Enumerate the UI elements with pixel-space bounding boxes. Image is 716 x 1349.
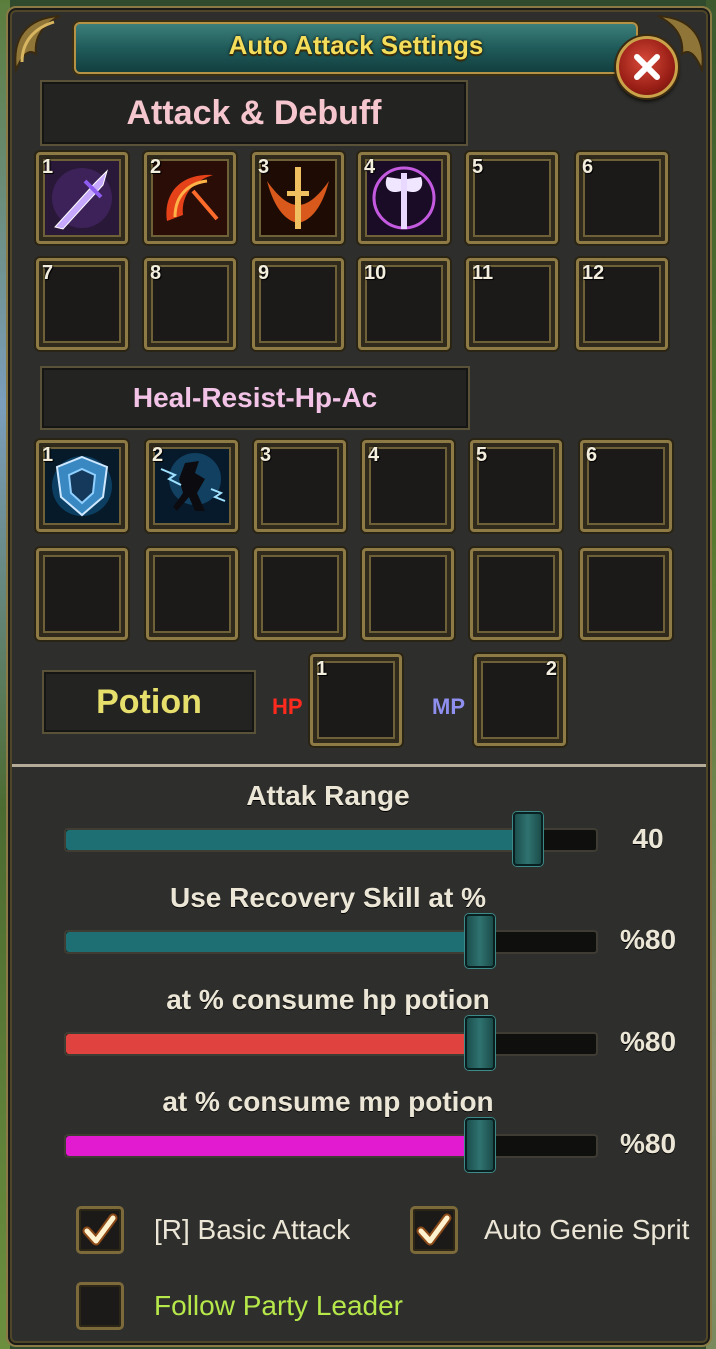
mp-potion-slider[interactable] <box>64 1118 598 1172</box>
slider-fill <box>66 830 528 850</box>
recovery-skill-slider[interactable] <box>64 914 598 968</box>
attack-skill-slot[interactable]: 2 <box>144 152 236 244</box>
heal-skill-slot[interactable] <box>362 548 454 640</box>
basic-attack-checkbox[interactable] <box>76 1206 124 1254</box>
heal-skill-slot[interactable]: 4 <box>362 440 454 532</box>
slot-number: 12 <box>582 262 605 284</box>
mp-potion-slot[interactable]: 2 <box>474 654 566 746</box>
purple-spear-icon <box>45 161 119 235</box>
slot-number: 2 <box>150 156 162 178</box>
slider-fill <box>66 1034 480 1054</box>
heal-skill-slot[interactable] <box>36 548 128 640</box>
slot-number: 3 <box>260 444 272 466</box>
hp-potion-slider[interactable] <box>64 1016 598 1070</box>
slot-number: 1 <box>42 444 54 466</box>
recovery-skill-value: %80 <box>619 924 677 955</box>
heal-skill-slot[interactable]: 3 <box>254 440 346 532</box>
slot-number: 2 <box>152 444 164 466</box>
heal-skill-slot[interactable]: 5 <box>470 440 562 532</box>
heal-skill-slot[interactable]: 6 <box>580 440 672 532</box>
attack-skill-slot[interactable]: 1 <box>36 152 128 244</box>
slider-fill <box>66 932 480 952</box>
hp-potion-slot[interactable]: 1 <box>310 654 402 746</box>
heal-skill-slot[interactable]: 2 <box>146 440 238 532</box>
slot-number: 3 <box>258 156 270 178</box>
slot-number: 9 <box>258 262 270 284</box>
arcane-axe-icon <box>367 161 441 235</box>
slider-thumb[interactable] <box>513 812 544 866</box>
hp-potion-threshold-label: at % consume hp potion <box>166 984 490 1015</box>
attack-range-label: Attak Range <box>246 780 410 811</box>
title-bar: Auto Attack Settings <box>74 22 638 74</box>
slot-number: 5 <box>476 444 488 466</box>
slot-number: 6 <box>586 444 598 466</box>
slot-number: 4 <box>364 156 376 178</box>
attack-skill-slot[interactable]: 7 <box>36 258 128 350</box>
lightning-dash-icon <box>155 449 229 523</box>
checkmark-icon <box>416 1213 452 1246</box>
mp-label: MP <box>432 694 465 719</box>
slot-number: 1 <box>42 156 54 178</box>
close-button[interactable] <box>616 36 678 98</box>
slot-number: 4 <box>368 444 380 466</box>
follow-party-leader-label: Follow Party Leader <box>154 1290 404 1321</box>
attack-debuff-label: Attack & Debuff <box>40 80 468 146</box>
ornament-left-icon <box>14 15 61 74</box>
follow-party-leader-checkbox[interactable] <box>76 1282 124 1330</box>
auto-attack-settings-panel: Auto Attack Settings Attack & Debuff 123… <box>6 6 712 1347</box>
heal-skill-slot[interactable] <box>470 548 562 640</box>
recovery-skill-label: Use Recovery Skill at % <box>170 882 486 913</box>
section-divider <box>12 764 706 767</box>
slot-number: 7 <box>42 262 54 284</box>
heal-skill-slot[interactable] <box>580 548 672 640</box>
hp-potion-value: %80 <box>619 1026 677 1057</box>
slot-number: 10 <box>364 262 387 284</box>
slot-number: 1 <box>316 658 328 680</box>
flaming-sword-icon <box>261 161 335 235</box>
attack-skill-slot[interactable]: 3 <box>252 152 344 244</box>
auto-genie-label: Auto Genie Sprit <box>484 1214 690 1245</box>
heal-skill-slot[interactable] <box>146 548 238 640</box>
attack-range-slider[interactable] <box>64 812 598 866</box>
slot-number: 11 <box>472 262 494 284</box>
slot-number: 2 <box>545 658 557 680</box>
potion-label: Potion <box>42 670 256 734</box>
mp-potion-threshold-label: at % consume mp potion <box>162 1086 494 1117</box>
fire-slash-icon <box>153 161 227 235</box>
attack-skill-slot[interactable]: 9 <box>252 258 344 350</box>
heal-resist-label: Heal-Resist-Hp-Ac <box>40 366 470 430</box>
blue-shield-icon <box>45 449 119 523</box>
auto-genie-checkbox[interactable] <box>410 1206 458 1254</box>
attack-skill-slot[interactable]: 8 <box>144 258 236 350</box>
attack-skill-slot[interactable]: 5 <box>466 152 558 244</box>
slider-thumb[interactable] <box>465 1016 496 1070</box>
attack-skill-slot[interactable]: 11 <box>466 258 558 350</box>
basic-attack-label: [R] Basic Attack <box>154 1214 351 1245</box>
attack-skill-slot[interactable]: 12 <box>576 258 668 350</box>
attack-skill-slot[interactable]: 4 <box>358 152 450 244</box>
close-icon <box>634 54 660 80</box>
checkmark-icon <box>82 1213 118 1246</box>
heal-skill-slot[interactable] <box>254 548 346 640</box>
slot-number: 8 <box>150 262 162 284</box>
slider-thumb[interactable] <box>465 1118 496 1172</box>
slider-fill <box>66 1136 480 1156</box>
attack-range-value: 40 <box>632 823 664 854</box>
heal-skill-slot[interactable]: 1 <box>36 440 128 532</box>
slider-thumb[interactable] <box>465 914 496 968</box>
mp-potion-value: %80 <box>619 1128 677 1159</box>
slot-number: 6 <box>582 156 594 178</box>
window-title: Auto Attack Settings <box>228 30 484 60</box>
hp-label: HP <box>272 694 303 719</box>
attack-skill-slot[interactable]: 6 <box>576 152 668 244</box>
slot-number: 5 <box>472 156 484 178</box>
attack-skill-slot[interactable]: 10 <box>358 258 450 350</box>
